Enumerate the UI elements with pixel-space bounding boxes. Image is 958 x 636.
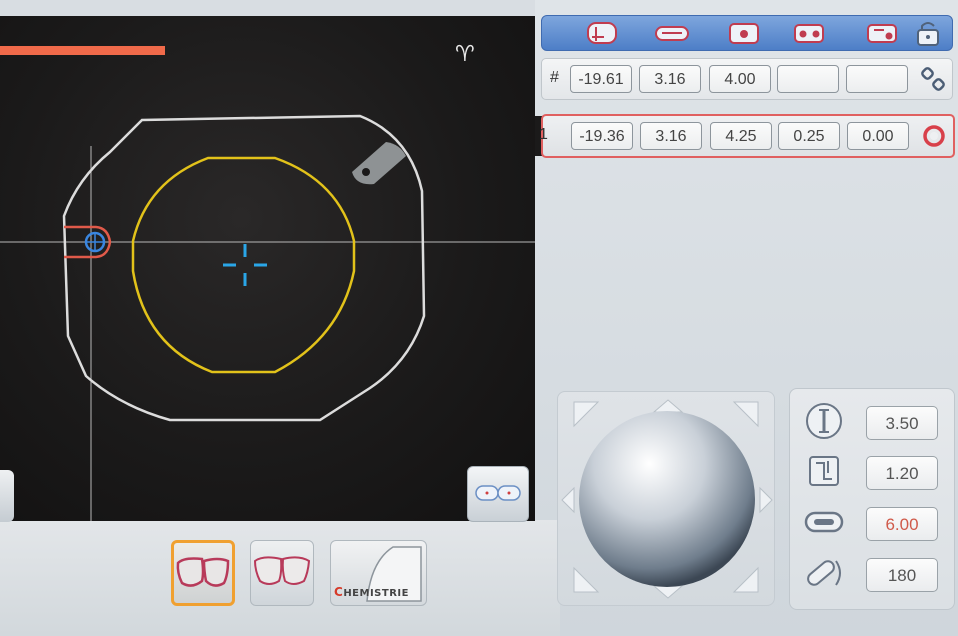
hole-icon[interactable] [722, 19, 766, 47]
thickness-field[interactable]: 3.50 [866, 406, 938, 440]
arrow-down-left-icon[interactable] [573, 566, 600, 593]
length-field[interactable] [777, 65, 839, 93]
groove-field[interactable]: 6.00 [866, 507, 938, 541]
tool-toolbar [541, 15, 953, 51]
arrow-down-icon[interactable] [652, 585, 684, 599]
parameters-panel: 3.50 1.20 6.00 180 [789, 388, 955, 610]
tracer-icon[interactable]: ♈ [455, 42, 475, 67]
length-field[interactable]: 0.25 [778, 122, 840, 150]
lens-pair-button[interactable] [467, 466, 529, 522]
lens-shape [131, 156, 356, 374]
x-coordinate-field[interactable]: -19.36 [571, 122, 633, 150]
drill-angle-field[interactable]: 180 [866, 558, 938, 592]
arrow-right-icon[interactable] [759, 486, 773, 514]
drill-hole-icon[interactable] [352, 142, 406, 185]
arrow-left-icon[interactable] [561, 486, 575, 514]
bevel-depth-icon [802, 451, 846, 491]
arrow-up-icon[interactable] [652, 399, 684, 413]
arrow-down-right-icon[interactable] [732, 566, 759, 593]
arrow-up-left-icon[interactable] [573, 401, 600, 428]
side-tab-button[interactable] [0, 470, 14, 522]
progress-bar [0, 46, 165, 55]
rimless-frame-button[interactable] [250, 540, 314, 606]
drill-position-icon[interactable] [580, 19, 624, 47]
hole-row-1[interactable]: 1 -19.36 3.16 4.25 0.25 0.00 [539, 114, 955, 158]
lens-preview[interactable]: ♈ [0, 16, 535, 521]
lock-icon[interactable] [906, 19, 950, 47]
diameter-field[interactable]: 4.00 [709, 65, 771, 93]
angle-field[interactable]: 0.00 [847, 122, 909, 150]
y-coordinate-field[interactable]: 3.16 [640, 122, 702, 150]
position-joystick[interactable] [557, 391, 775, 606]
slot-icon[interactable] [650, 19, 694, 47]
joystick-ball[interactable] [579, 411, 755, 587]
two-holes-icon[interactable] [787, 19, 831, 47]
chemistrie-logo: CHEMISTRIE [334, 585, 409, 599]
row-label: # [550, 69, 559, 86]
hole-row-new[interactable]: # -19.61 3.16 4.00 [541, 58, 953, 100]
link-icon[interactable] [920, 66, 946, 92]
y-coordinate-field[interactable]: 3.16 [639, 65, 701, 93]
lens-thickness-icon [802, 401, 846, 441]
full-rim-frame-button[interactable] [171, 540, 235, 606]
groove-icon [802, 502, 846, 542]
angle-field[interactable] [846, 65, 908, 93]
delete-icon[interactable] [921, 123, 947, 149]
arrow-up-right-icon[interactable] [732, 401, 759, 428]
diameter-field[interactable]: 4.25 [710, 122, 772, 150]
row-label: 1 [539, 126, 548, 143]
bevel-depth-field[interactable]: 1.20 [866, 456, 938, 490]
x-coordinate-field[interactable]: -19.61 [570, 65, 632, 93]
drill-angle-icon [802, 553, 846, 593]
chemistrie-button[interactable]: CHEMISTRIE [330, 540, 427, 606]
center-crosshair-icon [223, 244, 267, 286]
notch-hole-icon[interactable] [860, 19, 904, 47]
